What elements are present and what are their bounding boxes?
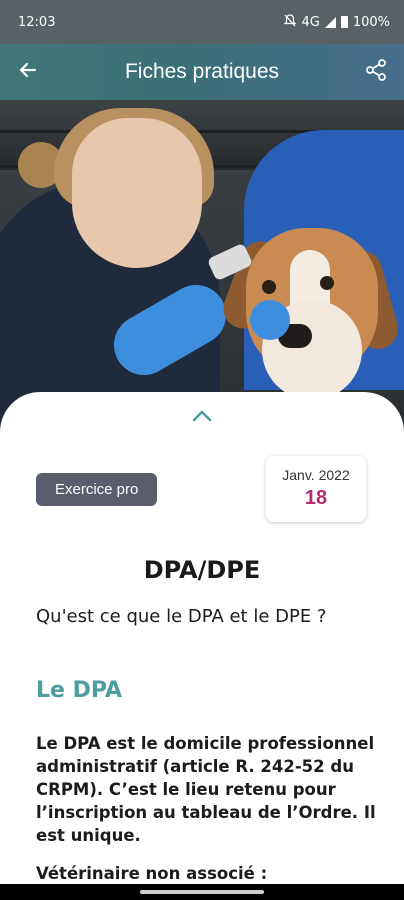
status-time: 12:03 xyxy=(18,14,56,30)
system-nav-bar xyxy=(0,884,404,900)
collapse-button[interactable] xyxy=(190,408,214,426)
app-bar: Fiches pratiques xyxy=(0,44,404,100)
date-month: Janv. 2022 xyxy=(282,467,350,483)
chevron-up-icon xyxy=(191,408,213,427)
share-button[interactable] xyxy=(360,56,392,88)
article-sheet: Exercice pro Janv. 2022 18 DPA/DPE Qu'es… xyxy=(0,392,404,900)
article-paragraph: Le DPA est le domicile professionnel adm… xyxy=(36,734,376,845)
section-heading: Le DPA xyxy=(36,678,122,703)
date-card: Janv. 2022 18 xyxy=(266,456,366,522)
battery-level: 100% xyxy=(352,14,390,30)
article-subtitle: Qu'est ce que le DPA et le DPE ? xyxy=(36,606,327,627)
arrow-back-icon xyxy=(18,60,38,84)
article-subheading: Vétérinaire non associé : xyxy=(36,864,268,883)
article-title: DPA/DPE xyxy=(143,556,261,584)
battery-icon xyxy=(340,16,348,28)
home-gesture-handle[interactable] xyxy=(140,890,264,894)
signal-icon xyxy=(324,16,336,28)
network-type: 4G xyxy=(301,14,320,30)
date-day: 18 xyxy=(304,487,328,509)
share-icon xyxy=(364,58,388,86)
back-button[interactable] xyxy=(14,58,42,86)
category-badge: Exercice pro xyxy=(36,473,158,506)
page-title: Fiches pratiques xyxy=(124,60,280,83)
status-bar: 12:03 4G 100% xyxy=(0,0,404,44)
notifications-off-icon xyxy=(284,14,297,30)
